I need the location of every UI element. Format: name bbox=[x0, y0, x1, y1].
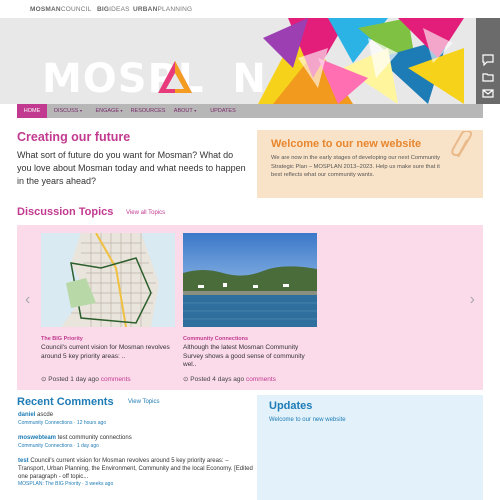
updates-box: Updates Welcome to our new website bbox=[257, 395, 483, 500]
colorful-shards-graphic bbox=[258, 18, 464, 104]
speech-bubble-icon[interactable] bbox=[482, 54, 494, 66]
comment-item: daniel ascde Community Connections · 12 … bbox=[18, 412, 254, 427]
topic-category[interactable]: The BIG Priority bbox=[41, 336, 83, 342]
nav-resources[interactable]: RESOURCES bbox=[129, 104, 167, 118]
main-nav: HOME DISCUSS ▾ ENGAGE ▾ RESOURCES ABOUT … bbox=[17, 104, 483, 118]
chevron-down-icon: ▾ bbox=[120, 108, 123, 113]
discussion-title: Discussion Topics bbox=[17, 206, 114, 218]
comments-link[interactable]: comments bbox=[246, 376, 276, 383]
nav-about[interactable]: ABOUT ▾ bbox=[167, 104, 203, 118]
comment-author[interactable]: moswebteam bbox=[18, 435, 56, 441]
chevron-right-icon[interactable]: › bbox=[470, 291, 475, 309]
comments-link[interactable]: comments bbox=[101, 376, 131, 383]
topic-meta: ⊙ Posted 4 days ago comments bbox=[183, 376, 276, 383]
nav-updates[interactable]: UPDATES bbox=[205, 104, 241, 118]
comment-text: Council's current vision for Mosman revo… bbox=[18, 458, 253, 480]
welcome-body: We are now in the early stages of develo… bbox=[271, 155, 441, 179]
comment-text: test community connections bbox=[57, 435, 132, 441]
welcome-box: Welcome to our new website We are now in… bbox=[257, 130, 483, 198]
topic-category[interactable]: Community Connections bbox=[183, 336, 248, 342]
side-icon-rail bbox=[476, 18, 500, 104]
comment-author[interactable]: test bbox=[18, 458, 29, 464]
nav-home[interactable]: HOME bbox=[17, 104, 47, 118]
map-thumbnail[interactable] bbox=[41, 233, 175, 327]
mosplan-logo[interactable]: MOSPL N bbox=[42, 56, 267, 102]
chevron-down-icon: ▾ bbox=[194, 108, 197, 113]
mail-icon[interactable] bbox=[482, 87, 494, 99]
chevron-left-icon[interactable]: ‹ bbox=[25, 291, 30, 309]
logo-triangle-icon bbox=[158, 61, 192, 93]
folder-icon[interactable] bbox=[482, 71, 494, 83]
topic-excerpt: Although the latest Mosman Community Sur… bbox=[183, 344, 305, 369]
top-link-big-ideas[interactable]: BIGIDEAS bbox=[97, 6, 130, 13]
intro-body: What sort of future do you want for Mosm… bbox=[17, 150, 246, 187]
topic-excerpt: Council's current vision for Mosman revo… bbox=[41, 344, 170, 360]
comment-meta[interactable]: Community Connections · 1 day ago bbox=[18, 443, 254, 450]
header-banner: MOSPL N bbox=[0, 18, 500, 104]
chevron-down-icon: ▾ bbox=[79, 108, 82, 113]
topic-meta: ⊙ Posted 1 day ago comments bbox=[41, 376, 131, 383]
discussion-panel: ‹ › The BIG Priority Council's current v… bbox=[17, 225, 483, 390]
welcome-title: Welcome to our new website bbox=[271, 138, 422, 150]
comment-text: ascde bbox=[37, 412, 54, 418]
view-all-topics-link[interactable]: View all Topics bbox=[126, 210, 165, 216]
top-link-urban-planning[interactable]: URBANPLANNING bbox=[133, 6, 192, 13]
nav-engage[interactable]: ENGAGE ▾ bbox=[89, 104, 129, 118]
view-topics-link[interactable]: View Topics bbox=[128, 399, 159, 405]
clock-icon: ⊙ bbox=[41, 376, 47, 383]
updates-title: Updates bbox=[269, 400, 313, 412]
comment-item: moswebteam test community connections Co… bbox=[18, 435, 254, 450]
comment-meta[interactable]: MOSPLAN: The BIG Priority · 3 weeks ago bbox=[18, 481, 254, 488]
comment-meta[interactable]: Community Connections · 12 hours ago bbox=[18, 420, 254, 427]
recent-comments-title: Recent Comments bbox=[17, 396, 114, 408]
harbour-photo[interactable] bbox=[183, 233, 317, 327]
paperclip-icon bbox=[451, 131, 473, 158]
top-links-bar: MOSMANCOUNCIL BIGIDEAS URBANPLANNING bbox=[0, 0, 500, 18]
nav-discuss[interactable]: DISCUSS ▾ bbox=[48, 104, 88, 118]
updates-link[interactable]: Welcome to our new website bbox=[269, 417, 346, 423]
clock-icon: ⊙ bbox=[183, 376, 189, 383]
top-link-mosman-council[interactable]: MOSMANCOUNCIL bbox=[30, 6, 91, 13]
comment-author[interactable]: daniel bbox=[18, 412, 35, 418]
intro-title: Creating our future bbox=[17, 130, 131, 144]
comment-item: test Council's current vision for Mosman… bbox=[18, 458, 254, 488]
